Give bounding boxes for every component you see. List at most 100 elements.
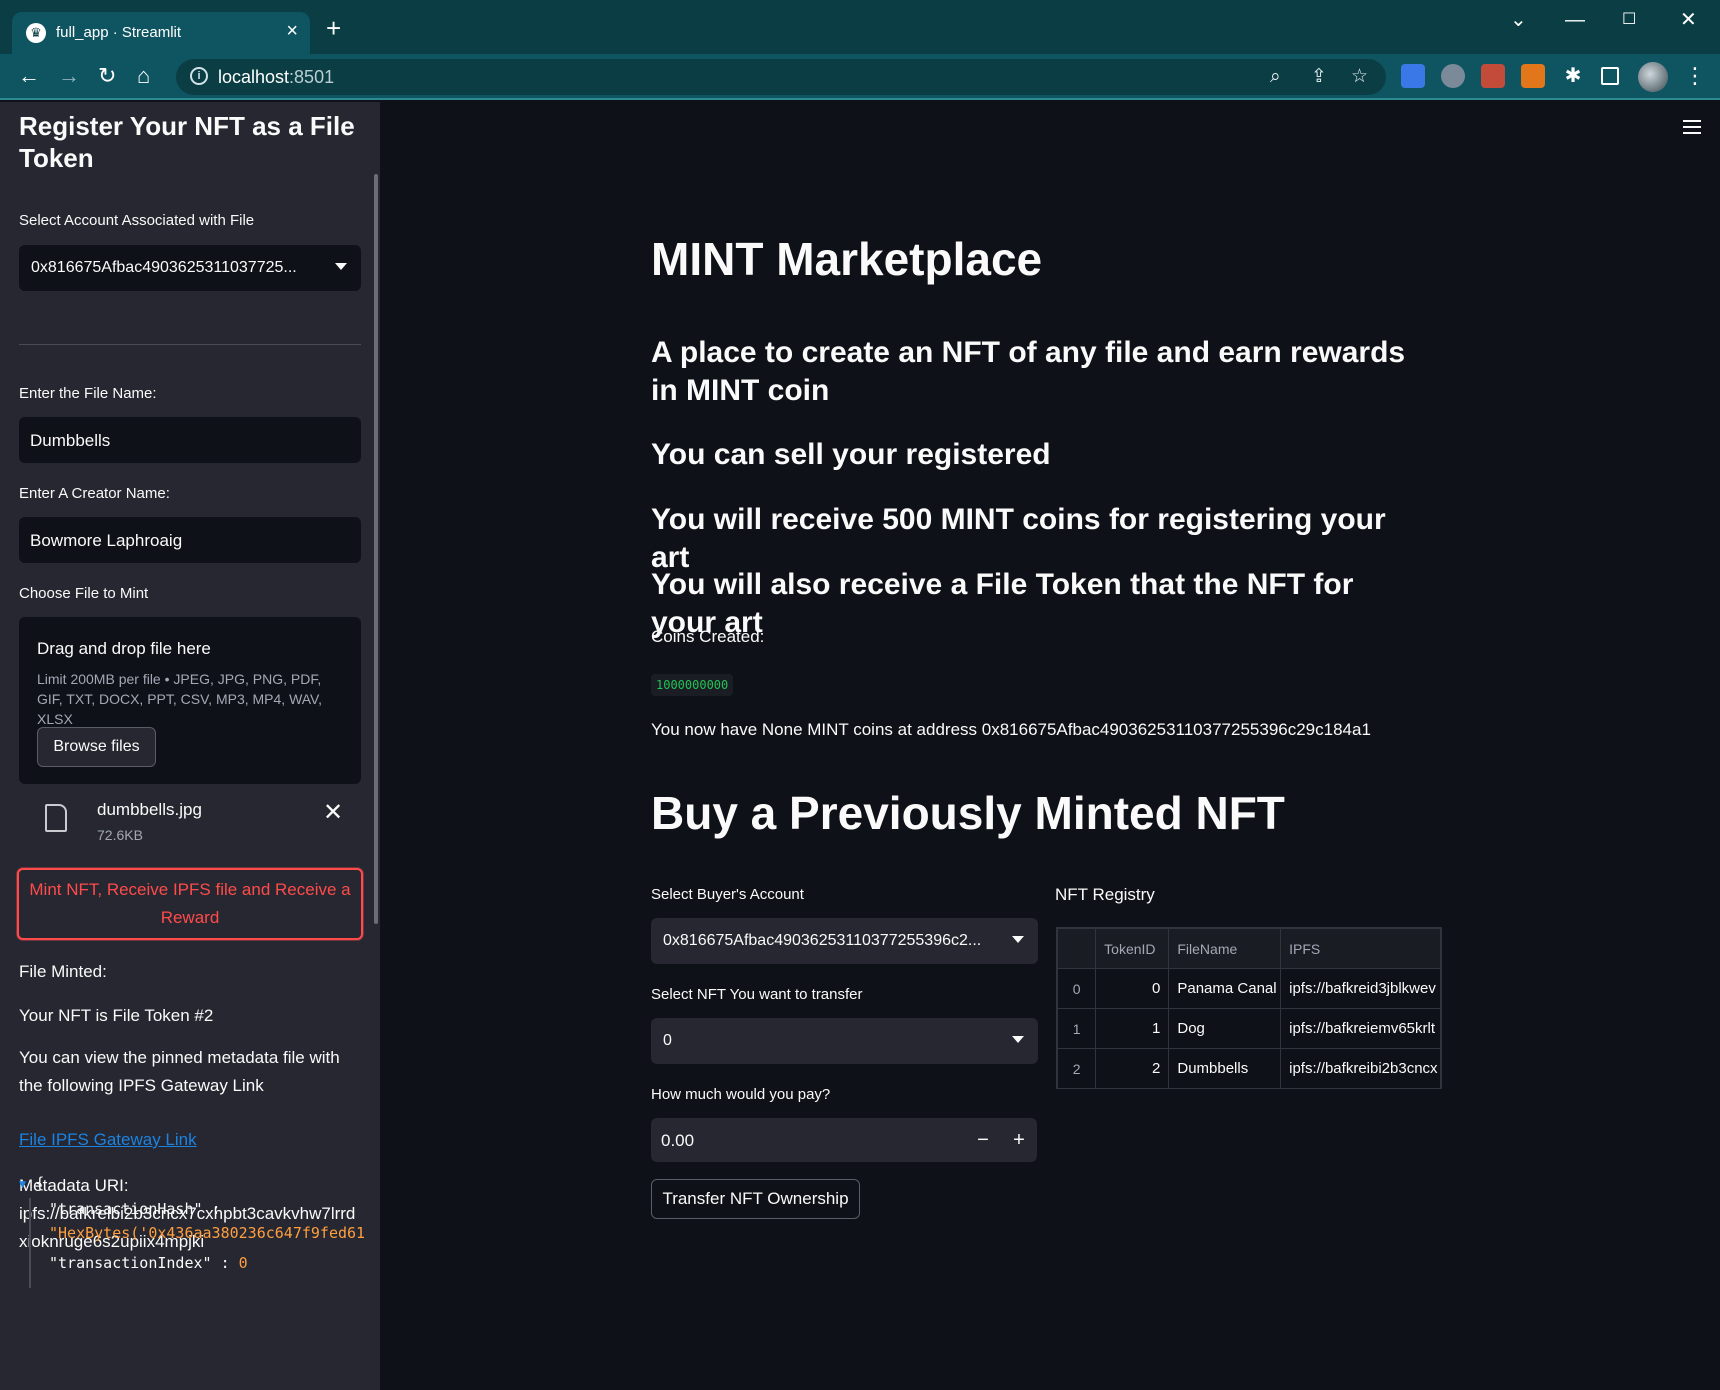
balance-text: You now have None MINT coins at address … bbox=[651, 720, 1371, 739]
remove-file-icon[interactable]: ✕ bbox=[323, 798, 343, 827]
token-id-cell[interactable]: 2 bbox=[1095, 1048, 1170, 1088]
json-key-transaction-hash: "transactionHash" : bbox=[49, 1200, 221, 1218]
creator-name-input[interactable]: Bowmore Laphroaig bbox=[19, 517, 361, 563]
browser-tab-strip: ♛ full_app · Streamlit × + ⌄ — ☐ ✕ bbox=[0, 0, 1720, 54]
account-select-value: 0x816675Afbac4903625311037725... bbox=[31, 259, 297, 276]
home-icon[interactable]: ⌂ bbox=[137, 64, 150, 88]
sidebar-divider bbox=[19, 344, 361, 345]
token-number-text: Your NFT is File Token #2 bbox=[19, 1006, 214, 1025]
price-label: How much would you pay? bbox=[651, 1086, 831, 1103]
file-name-cell[interactable]: Dumbbells bbox=[1168, 1048, 1282, 1088]
table-row: 2 2 Dumbbells ipfs://bafkreibi2b3cncx bbox=[1057, 1048, 1441, 1088]
column-header-tokenid[interactable]: TokenID bbox=[1095, 928, 1170, 969]
nft-select-label: Select NFT You want to transfer bbox=[651, 986, 863, 1003]
creator-name-value: Bowmore Laphroaig bbox=[30, 531, 183, 550]
subtitle-create: A place to create an NFT of any file and… bbox=[651, 336, 1406, 407]
transaction-json: ▼ { "transactionHash" : "HexBytes('0x436… bbox=[19, 1174, 380, 1288]
ipfs-cell[interactable]: ipfs://bafkreibi2b3cncx bbox=[1280, 1048, 1441, 1088]
file-name-cell[interactable]: Dog bbox=[1168, 1008, 1282, 1049]
browser-toolbar: ← → ↻ ⌂ i localhost:8501 ⌕ ⇪ ☆ ✱ ⋮ bbox=[0, 54, 1720, 100]
maximize-icon[interactable]: ☐ bbox=[1622, 10, 1636, 30]
share-icon[interactable]: ⇪ bbox=[1311, 66, 1327, 88]
reload-icon[interactable]: ↻ bbox=[98, 64, 116, 88]
chat-extension-icon[interactable] bbox=[1441, 64, 1465, 88]
json-value-transaction-hash: "HexBytes('0x436aa380236c647f9fed61 bbox=[49, 1224, 366, 1242]
browser-tab[interactable]: ♛ full_app · Streamlit × bbox=[12, 12, 310, 54]
file-name-cell[interactable]: Panama Canal bbox=[1168, 968, 1282, 1009]
browse-files-button[interactable]: Browse files bbox=[37, 727, 156, 767]
row-index: 0 bbox=[1057, 968, 1097, 1009]
file-name-input[interactable]: Dumbbells bbox=[19, 417, 361, 463]
column-header-index[interactable] bbox=[1057, 928, 1097, 969]
account-select-label: Select Account Associated with File bbox=[19, 212, 255, 229]
metamask-fox-icon[interactable] bbox=[1521, 64, 1545, 88]
tab-search-icon[interactable]: ⌄ bbox=[1510, 10, 1527, 30]
creator-name-label: Enter A Creator Name: bbox=[19, 485, 170, 502]
minimize-icon[interactable]: — bbox=[1565, 10, 1585, 30]
new-tab-button[interactable]: + bbox=[326, 15, 341, 41]
chevron-down-icon bbox=[1012, 1036, 1024, 1043]
back-icon[interactable]: ← bbox=[18, 64, 40, 88]
price-input[interactable]: 0.00 − + bbox=[651, 1118, 1037, 1162]
file-dropzone[interactable]: Drag and drop file here Limit 200MB per … bbox=[19, 617, 361, 784]
table-header-row: TokenID FileName IPFS bbox=[1057, 928, 1441, 969]
column-header-filename[interactable]: FileName bbox=[1168, 928, 1282, 969]
column-header-ipfs[interactable]: IPFS bbox=[1280, 928, 1441, 969]
url-text: localhost:8501 bbox=[218, 67, 335, 87]
window-close-icon[interactable]: ✕ bbox=[1680, 10, 1697, 30]
page-title: MINT Marketplace bbox=[651, 233, 1043, 285]
uploaded-file: dumbbells.jpg 72.6KB ✕ bbox=[19, 794, 361, 858]
printer-extension-icon[interactable] bbox=[1481, 64, 1505, 88]
tab-title: full_app · Streamlit bbox=[56, 24, 182, 41]
nft-registry-table[interactable]: TokenID FileName IPFS 0 0 Panama Canal i… bbox=[1056, 927, 1442, 1089]
side-panel-icon[interactable] bbox=[1601, 67, 1619, 85]
json-open-brace: { bbox=[35, 1174, 45, 1192]
uploaded-file-size: 72.6KB bbox=[97, 827, 143, 843]
increment-icon[interactable]: + bbox=[1001, 1118, 1037, 1162]
dropzone-limit-text: Limit 200MB per file • JPEG, JPG, PNG, P… bbox=[37, 671, 323, 727]
uploaded-file-name: dumbbells.jpg bbox=[97, 800, 202, 819]
transfer-nft-button[interactable]: Transfer NFT Ownership bbox=[651, 1179, 860, 1219]
token-id-cell[interactable]: 1 bbox=[1095, 1008, 1170, 1049]
ipfs-cell[interactable]: ipfs://bafkreiemv65krlt bbox=[1280, 1008, 1441, 1049]
file-name-label: Enter the File Name: bbox=[19, 385, 157, 402]
subtitle-sell: You can sell your registered bbox=[651, 438, 1051, 471]
sidebar-title: Register Your NFT as a File Token bbox=[19, 111, 355, 173]
token-id-cell[interactable]: 0 bbox=[1095, 968, 1170, 1009]
buyer-account-select[interactable]: 0x816675Afbac49036253110377255396c2... bbox=[651, 918, 1038, 964]
ipfs-cell[interactable]: ipfs://bafkreid3jblkwev bbox=[1280, 968, 1441, 1009]
site-info-icon[interactable]: i bbox=[190, 67, 208, 85]
forward-icon[interactable]: → bbox=[58, 64, 80, 88]
address-bar[interactable]: i localhost:8501 ⌕ ⇪ ☆ bbox=[176, 59, 1386, 95]
table-row: 1 1 Dog ipfs://bafkreiemv65krlt bbox=[1057, 1008, 1441, 1049]
zoom-icon[interactable]: ⌕ bbox=[1270, 66, 1281, 88]
account-select[interactable]: 0x816675Afbac4903625311037725... bbox=[19, 245, 361, 291]
chevron-down-icon bbox=[335, 263, 347, 270]
streamlit-favicon-icon: ♛ bbox=[26, 23, 46, 43]
ipfs-gateway-link[interactable]: File IPFS Gateway Link bbox=[19, 1130, 197, 1150]
file-upload-label: Choose File to Mint bbox=[19, 585, 149, 602]
tab-close-icon[interactable]: × bbox=[286, 21, 298, 41]
nft-select-value: 0 bbox=[663, 1032, 672, 1049]
bookmark-star-icon[interactable]: ☆ bbox=[1351, 66, 1368, 88]
json-key-transaction-index: "transactionIndex" : 0 bbox=[49, 1254, 248, 1272]
buyer-account-value: 0x816675Afbac49036253110377255396c2... bbox=[663, 932, 982, 949]
decrement-icon[interactable]: − bbox=[965, 1118, 1001, 1162]
sidebar-scrollbar[interactable] bbox=[374, 174, 378, 924]
nft-registry-label: NFT Registry bbox=[1055, 885, 1155, 904]
sidebar: Register Your NFT as a File Token Select… bbox=[0, 102, 380, 1390]
mint-nft-button[interactable]: Mint NFT, Receive IPFS file and Receive … bbox=[17, 868, 363, 940]
app-menu-icon[interactable] bbox=[1683, 120, 1701, 138]
buyer-account-label: Select Buyer's Account bbox=[651, 886, 804, 903]
browser-menu-icon[interactable]: ⋮ bbox=[1684, 64, 1706, 88]
extensions-puzzle-icon[interactable]: ✱ bbox=[1561, 64, 1585, 88]
chevron-down-icon bbox=[1012, 936, 1024, 943]
collapse-toggle-icon[interactable]: ▼ bbox=[19, 1177, 26, 1191]
price-value: 0.00 bbox=[661, 1131, 695, 1150]
dropzone-title: Drag and drop file here bbox=[37, 639, 211, 658]
profile-avatar[interactable] bbox=[1638, 62, 1668, 92]
json-indent-guide bbox=[29, 1198, 31, 1288]
translate-extension-icon[interactable] bbox=[1401, 64, 1425, 88]
nft-select[interactable]: 0 bbox=[651, 1018, 1038, 1064]
table-row: 0 0 Panama Canal ipfs://bafkreid3jblkwev bbox=[1057, 968, 1441, 1009]
